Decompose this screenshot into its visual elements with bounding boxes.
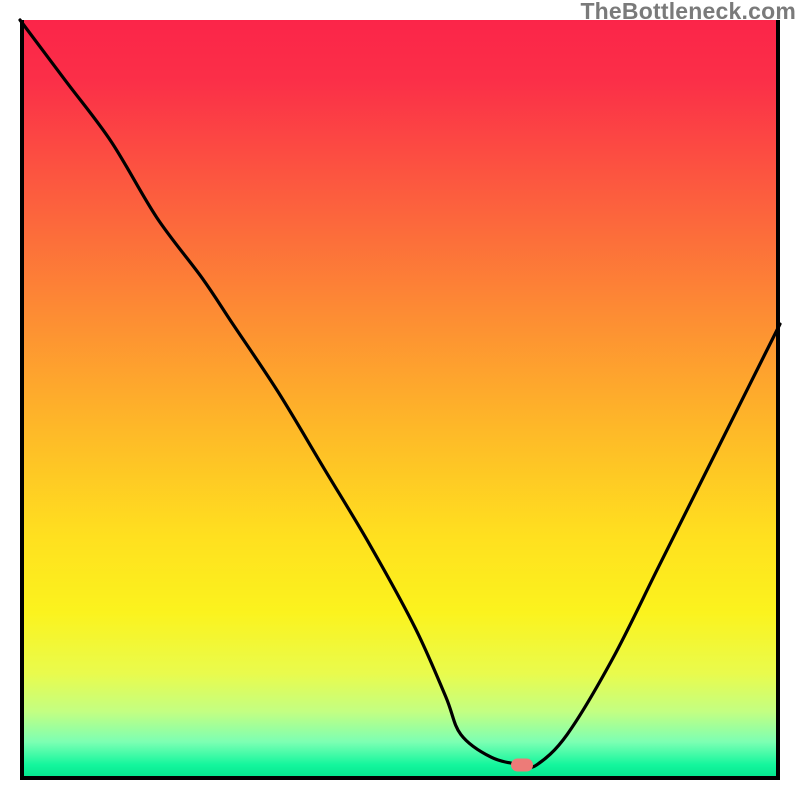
plot-area	[20, 20, 780, 780]
optimum-marker	[511, 758, 533, 771]
axis-bottom	[20, 776, 780, 780]
axis-left	[20, 20, 24, 780]
axis-right	[776, 20, 780, 780]
bottleneck-curve	[20, 20, 780, 767]
curve-layer	[20, 20, 780, 780]
chart-container: TheBottleneck.com	[0, 0, 800, 800]
